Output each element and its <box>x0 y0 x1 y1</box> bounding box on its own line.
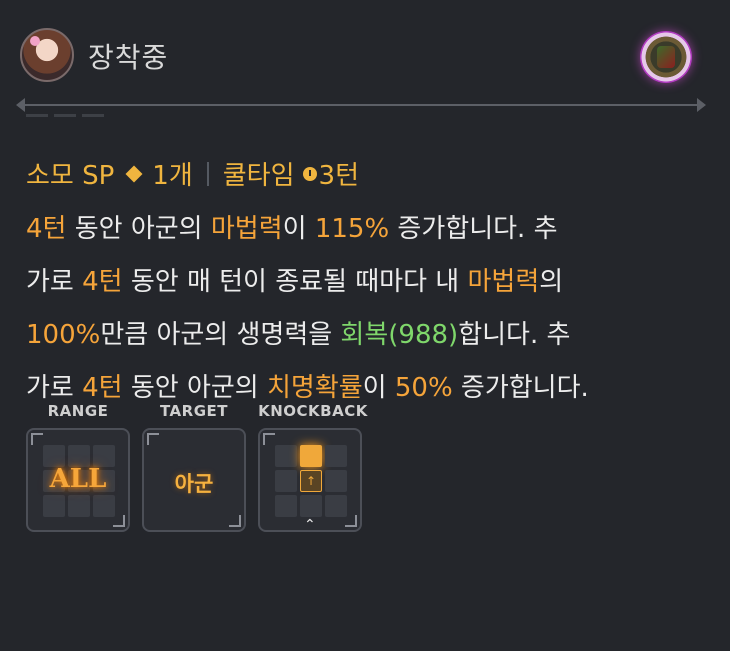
knockback-lit-cell <box>300 445 322 467</box>
divider-right-arrow-icon <box>697 98 706 112</box>
knockback-label: KNOCKBACK <box>258 402 368 420</box>
skill-description: 4턴 동안 아군의 마법력이 115% 증가합니다. 추 가로 4턴 동안 매 … <box>26 203 706 415</box>
knockback-box[interactable]: ↑ ⌃ <box>258 428 362 532</box>
range-box[interactable]: ALL <box>26 428 130 532</box>
sp-cost-value: 1개 <box>152 161 193 191</box>
clock-icon <box>302 166 317 181</box>
cooldown-label: 쿨타임 <box>222 161 295 191</box>
cooldown-value: 3턴 <box>318 161 359 191</box>
sp-cost-label: 소모 SP <box>26 161 115 191</box>
target-label: TARGET <box>159 402 229 420</box>
description-line-2: 가로 4턴 동안 매 턴이 종료될 때마다 내 마법력의 <box>26 267 564 297</box>
skill-meta: 소모 SP 1개 쿨타임 3턴 <box>26 155 359 192</box>
chevron-up-icon: ⌃ <box>304 517 316 533</box>
info-labels: RANGE TARGET KNOCKBACK <box>26 402 368 424</box>
meta-separator <box>206 161 209 186</box>
range-value: ALL <box>49 464 107 494</box>
unit-badge-icon[interactable] <box>640 31 692 83</box>
equipped-header: 장착중 <box>20 26 710 83</box>
description-line-3: 100%만큼 아군의 생명력을 회복(988)합니다. 추 <box>26 320 571 350</box>
description-line-1: 4턴 동안 아군의 마법력이 115% 증가합니다. 추 <box>26 214 558 244</box>
divider-dashes <box>26 114 104 117</box>
range-label: RANGE <box>47 402 109 420</box>
diamond-icon <box>125 165 143 182</box>
character-avatar[interactable] <box>20 28 74 82</box>
target-box[interactable]: 아군 <box>142 428 246 532</box>
section-divider <box>16 98 706 112</box>
knockback-origin-cell: ↑ <box>300 470 322 492</box>
knockback-grid: ↑ <box>275 445 347 517</box>
equipped-title: 장착중 <box>88 41 169 74</box>
knockback-up-arrow-icon: ↑ <box>305 474 317 488</box>
target-value: 아군 <box>174 472 214 496</box>
